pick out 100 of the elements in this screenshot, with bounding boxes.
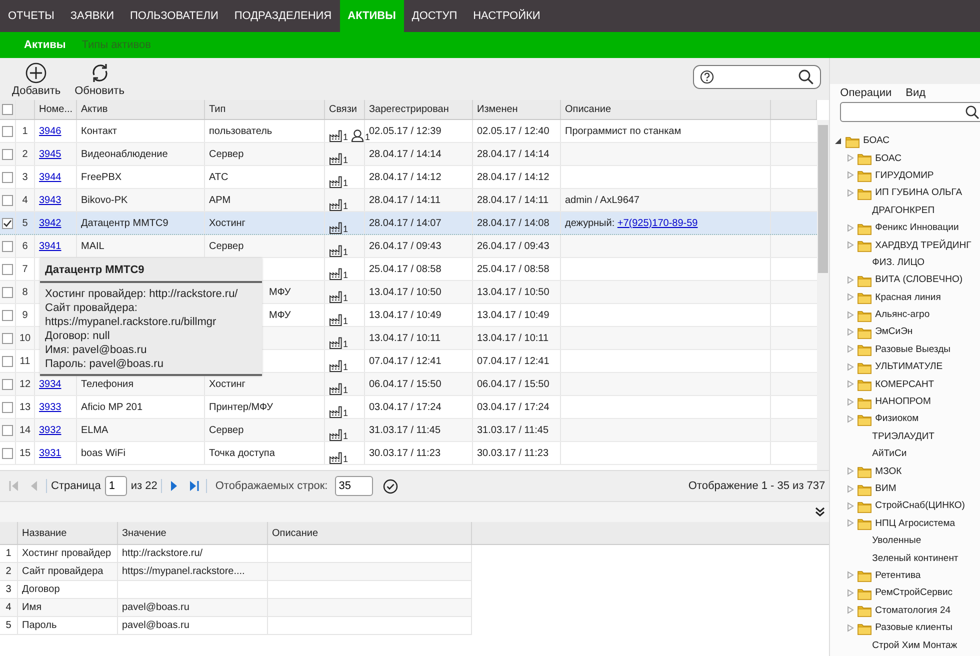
add-button[interactable]: Добавить <box>12 62 61 96</box>
table-row[interactable]: 14 3932 ELMA Сервер 1 31.03.17 / 11:45 31.03.17 / 11:45 <box>0 419 818 442</box>
column-header[interactable]: Тип <box>205 100 325 119</box>
tree-item[interactable]: РемСтройСервис <box>875 587 953 598</box>
nav-tab[interactable]: ЗАЯВКИ <box>62 0 122 32</box>
column-header[interactable]: Название <box>18 522 118 544</box>
row-checkbox[interactable] <box>2 378 13 390</box>
row-checkbox[interactable] <box>2 424 13 436</box>
nav-tab[interactable]: ПОЛЬЗОВАТЕЛИ <box>122 0 226 32</box>
collapse-arrow-icon[interactable] <box>834 136 842 145</box>
expand-arrow-icon[interactable] <box>846 328 854 336</box>
tree-item[interactable]: НПЦ Агросистема <box>875 518 956 529</box>
refresh-button[interactable]: Обновить <box>74 62 124 96</box>
expand-arrow-icon[interactable] <box>846 588 854 597</box>
column-header[interactable]: Зарегестрирован <box>365 100 473 119</box>
column-header[interactable]: Связи <box>325 100 365 119</box>
asset-number-link[interactable]: 3943 <box>39 194 62 206</box>
expand-arrow-icon[interactable] <box>846 467 854 476</box>
tree-item[interactable]: ЭмСиЭн <box>875 326 913 338</box>
search-field[interactable] <box>693 65 822 89</box>
tree-item[interactable]: Разовые клиенты <box>875 622 953 634</box>
expand-arrow-icon[interactable] <box>846 484 854 492</box>
row-checkbox[interactable] <box>2 356 13 366</box>
expand-arrow-icon[interactable] <box>846 362 854 371</box>
expand-arrow-icon[interactable] <box>846 414 854 423</box>
column-header[interactable]: Номе... <box>35 100 77 119</box>
asset-number-link[interactable]: 3942 <box>39 218 62 228</box>
expand-arrow-icon[interactable] <box>846 224 854 232</box>
phone-link[interactable]: +7(925)170-89-59 <box>617 218 698 228</box>
column-header[interactable]: Актив <box>77 100 205 119</box>
tree-item[interactable]: Строй Хим Монтаж <box>872 640 958 651</box>
tree-item[interactable]: УЛЬТИМАТУЛЕ <box>875 361 943 372</box>
table-row[interactable]: 12 3934 Телефония Хостинг 1 06.04.17 / 15:50 06.04.17 / 15:50 <box>0 373 818 396</box>
tree-item[interactable]: Ретентива <box>875 570 921 581</box>
nav-tab[interactable]: ОТЧЕТЫ <box>0 0 62 32</box>
tree-item[interactable]: АйТиСи <box>872 448 907 460</box>
expand-arrow-icon[interactable] <box>846 154 854 162</box>
row-checkbox[interactable] <box>2 240 13 252</box>
tree-item[interactable]: ХАРДВУД ТРЕЙДИНГ <box>875 240 972 251</box>
scrollbar[interactable] <box>817 120 830 470</box>
row-checkbox[interactable] <box>2 172 13 182</box>
expand-arrow-icon[interactable] <box>846 241 854 250</box>
tree-item[interactable]: НАНОПРОМ <box>875 396 931 408</box>
expand-arrow-icon[interactable] <box>846 345 854 354</box>
tree-item[interactable]: БОАС <box>875 152 902 164</box>
expand-arrow-icon[interactable] <box>846 519 854 528</box>
tree-item[interactable]: МЗОК <box>875 466 902 477</box>
tree-item[interactable]: ФИЗ. ЛИЦО <box>872 256 924 268</box>
row-checkbox[interactable] <box>2 310 13 320</box>
check-circle-icon[interactable] <box>382 478 398 494</box>
expand-arrow-icon[interactable] <box>846 606 854 614</box>
row-checkbox[interactable] <box>2 148 13 160</box>
expand-arrow-icon[interactable] <box>846 188 854 197</box>
table-row[interactable]: 4 3943 Bikovo-PK АРМ 1 28.04.17 / 14:11 28.04.17 / 14:11 admin / AxL9647 <box>0 189 818 212</box>
row-checkbox[interactable] <box>2 448 13 458</box>
nav-tab[interactable]: НАСТРОЙКИ <box>465 0 548 32</box>
expand-arrow-icon[interactable] <box>846 571 854 580</box>
column-header[interactable]: Описание <box>268 522 472 544</box>
table-row[interactable]: 5 3942 Датацентр ММТС9 Хостинг 1 28.04.17 / 14:07 28.04.17 / 14:08 дежурный: +7(925)170-89-59 <box>0 212 818 235</box>
table-row[interactable]: 2 3945 Видеонаблюдение Сервер 1 28.04.17 / 14:14 28.04.17 / 14:14 <box>0 143 818 166</box>
column-header[interactable]: Значение <box>118 522 268 544</box>
asset-number-link[interactable]: 3931 <box>39 448 62 458</box>
row-checkbox[interactable] <box>2 402 13 412</box>
asset-number-link[interactable]: 3933 <box>39 402 62 412</box>
tree-item[interactable]: ДРАГОНКРЕП <box>872 204 935 216</box>
tree-search-field[interactable] <box>840 102 980 122</box>
menu-item[interactable]: Вид <box>906 87 926 99</box>
tree-item[interactable]: ТРИЭЛАУДИТ <box>872 430 934 442</box>
double-chevron-icon[interactable] <box>815 507 826 517</box>
tree-item[interactable]: Альянс-агро <box>875 309 930 320</box>
tree-item[interactable]: Феникс Инновации <box>875 222 959 234</box>
column-header[interactable]: Изменен <box>473 100 561 119</box>
expand-arrow-icon[interactable] <box>846 276 854 284</box>
table-row[interactable]: 6 3941 MAIL Сервер 1 26.04.17 / 09:43 26.04.17 / 09:43 <box>0 235 818 258</box>
expand-arrow-icon[interactable] <box>846 171 854 180</box>
row-checkbox[interactable] <box>2 126 13 136</box>
menu-item[interactable]: Операции <box>840 87 892 99</box>
expand-arrow-icon[interactable] <box>846 624 854 632</box>
expand-arrow-icon[interactable] <box>846 398 854 406</box>
asset-number-link[interactable]: 3944 <box>39 172 62 182</box>
tree-item[interactable]: Уволенные <box>872 535 922 546</box>
tree-item[interactable]: Стоматология 24 <box>875 604 951 616</box>
rows-field[interactable]: 35 <box>334 476 373 496</box>
asset-number-link[interactable]: 3934 <box>39 378 62 390</box>
asset-number-link[interactable]: 3932 <box>39 424 62 436</box>
nav-tab[interactable]: ДОСТУП <box>404 0 466 32</box>
select-all-checkbox[interactable] <box>2 104 13 115</box>
tree-item[interactable]: СтройСнаб(ЦИНКО) <box>875 500 965 512</box>
tree-item[interactable]: Красная линия <box>875 292 941 303</box>
expand-arrow-icon[interactable] <box>846 502 854 510</box>
asset-number-link[interactable]: 3941 <box>39 240 62 252</box>
asset-number-link[interactable]: 3946 <box>39 126 62 136</box>
tree-item[interactable]: ИП ГУБИНА ОЛЬГА <box>875 187 962 198</box>
nav-tab[interactable]: ПОДРАЗДЕЛЕНИЯ <box>226 0 340 32</box>
expand-arrow-icon[interactable] <box>846 380 854 388</box>
page-field[interactable]: 1 <box>104 476 127 496</box>
expand-arrow-icon[interactable] <box>846 293 854 302</box>
tree-item[interactable]: КОМЕРСАНТ <box>875 378 934 390</box>
tree-item[interactable]: ГИРУДОМИР <box>875 170 934 181</box>
row-checkbox[interactable] <box>2 218 13 228</box>
